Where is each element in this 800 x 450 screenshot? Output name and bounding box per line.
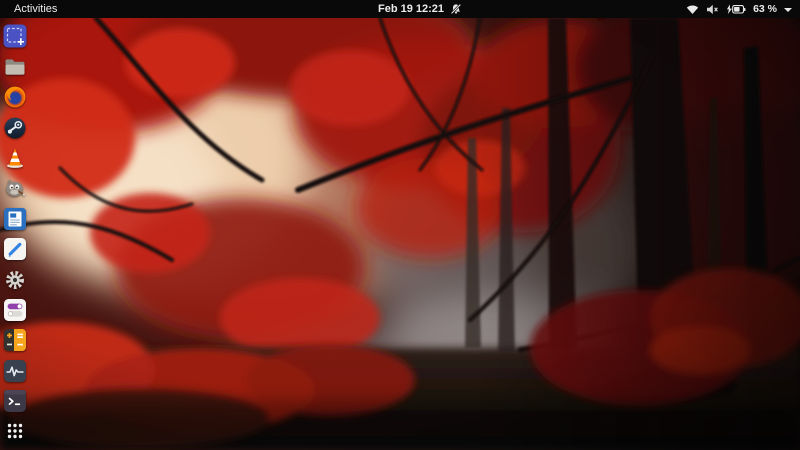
dock-item-gimp[interactable] <box>3 176 27 200</box>
bell-muted-icon <box>450 3 462 15</box>
tweaks-icon <box>4 298 26 321</box>
terminal-icon <box>4 390 26 413</box>
settings-gear-icon <box>5 270 25 289</box>
wifi-icon <box>686 4 699 14</box>
text-editor-icon <box>4 238 26 261</box>
clock-label: Feb 19 12:21 <box>377 3 445 15</box>
dock-item-vlc[interactable] <box>3 146 27 170</box>
dock-item-text-editor[interactable] <box>3 237 27 261</box>
dock-item-libreoffice-writer[interactable] <box>3 207 27 231</box>
dock-item-files[interactable] <box>3 55 27 79</box>
steam-icon <box>4 117 26 138</box>
firefox-icon <box>4 86 26 108</box>
wallpaper-forest-image <box>0 18 800 450</box>
dock-item-firefox[interactable] <box>3 85 27 109</box>
volume-muted-icon <box>707 4 718 14</box>
chevron-down-icon <box>784 7 792 12</box>
clock-button[interactable]: Feb 19 12:21 <box>378 3 462 15</box>
dock-item-steam[interactable] <box>3 116 27 140</box>
desktop: Activities Feb 19 12:21 63 % <box>0 0 800 450</box>
system-tray-button[interactable]: 63 % <box>686 3 792 15</box>
flameshot-icon <box>3 24 27 48</box>
dock-item-calculator[interactable] <box>3 328 27 352</box>
gimp-icon <box>6 180 26 197</box>
dock-item-show-applications[interactable] <box>3 419 27 443</box>
vlc-cone-icon <box>7 148 23 168</box>
libreoffice-writer-icon <box>4 207 26 230</box>
dock <box>0 18 30 450</box>
system-monitor-icon <box>4 359 26 382</box>
files-folder-icon <box>5 59 25 75</box>
dock-item-system-monitor[interactable] <box>3 359 27 383</box>
dock-item-terminal[interactable] <box>3 389 27 413</box>
top-bar: Activities Feb 19 12:21 63 % <box>0 0 800 18</box>
activities-button[interactable]: Activities <box>9 2 62 16</box>
show-applications-grid-icon <box>7 424 23 439</box>
battery-charging-icon <box>726 3 746 14</box>
calculator-icon <box>4 329 26 352</box>
dock-item-flameshot[interactable] <box>3 24 27 48</box>
dock-item-settings[interactable] <box>3 268 27 292</box>
dock-item-tweaks[interactable] <box>3 298 27 322</box>
battery-percent-label: 63 % <box>753 3 777 15</box>
